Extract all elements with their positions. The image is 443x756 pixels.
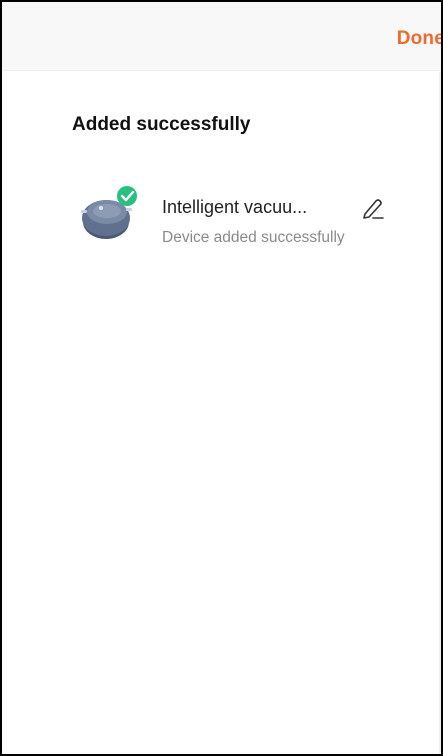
device-list-item[interactable]: Intelligent vacuu... Device added succes… bbox=[76, 184, 406, 264]
robot-vacuum-icon bbox=[81, 186, 137, 239]
device-avatar bbox=[76, 184, 138, 244]
pencil-edit-icon[interactable] bbox=[360, 195, 386, 221]
top-bar: Done bbox=[2, 2, 441, 71]
screen-frame: Done Added successfully Intelligent vacu… bbox=[0, 0, 443, 756]
panel-divider bbox=[439, 72, 441, 754]
device-status: Device added successfully bbox=[162, 229, 345, 246]
done-button[interactable]: Done bbox=[397, 28, 441, 50]
section-title: Added successfully bbox=[72, 114, 251, 135]
device-name: Intelligent vacuu... bbox=[162, 197, 308, 217]
check-badge-icon bbox=[117, 186, 137, 206]
